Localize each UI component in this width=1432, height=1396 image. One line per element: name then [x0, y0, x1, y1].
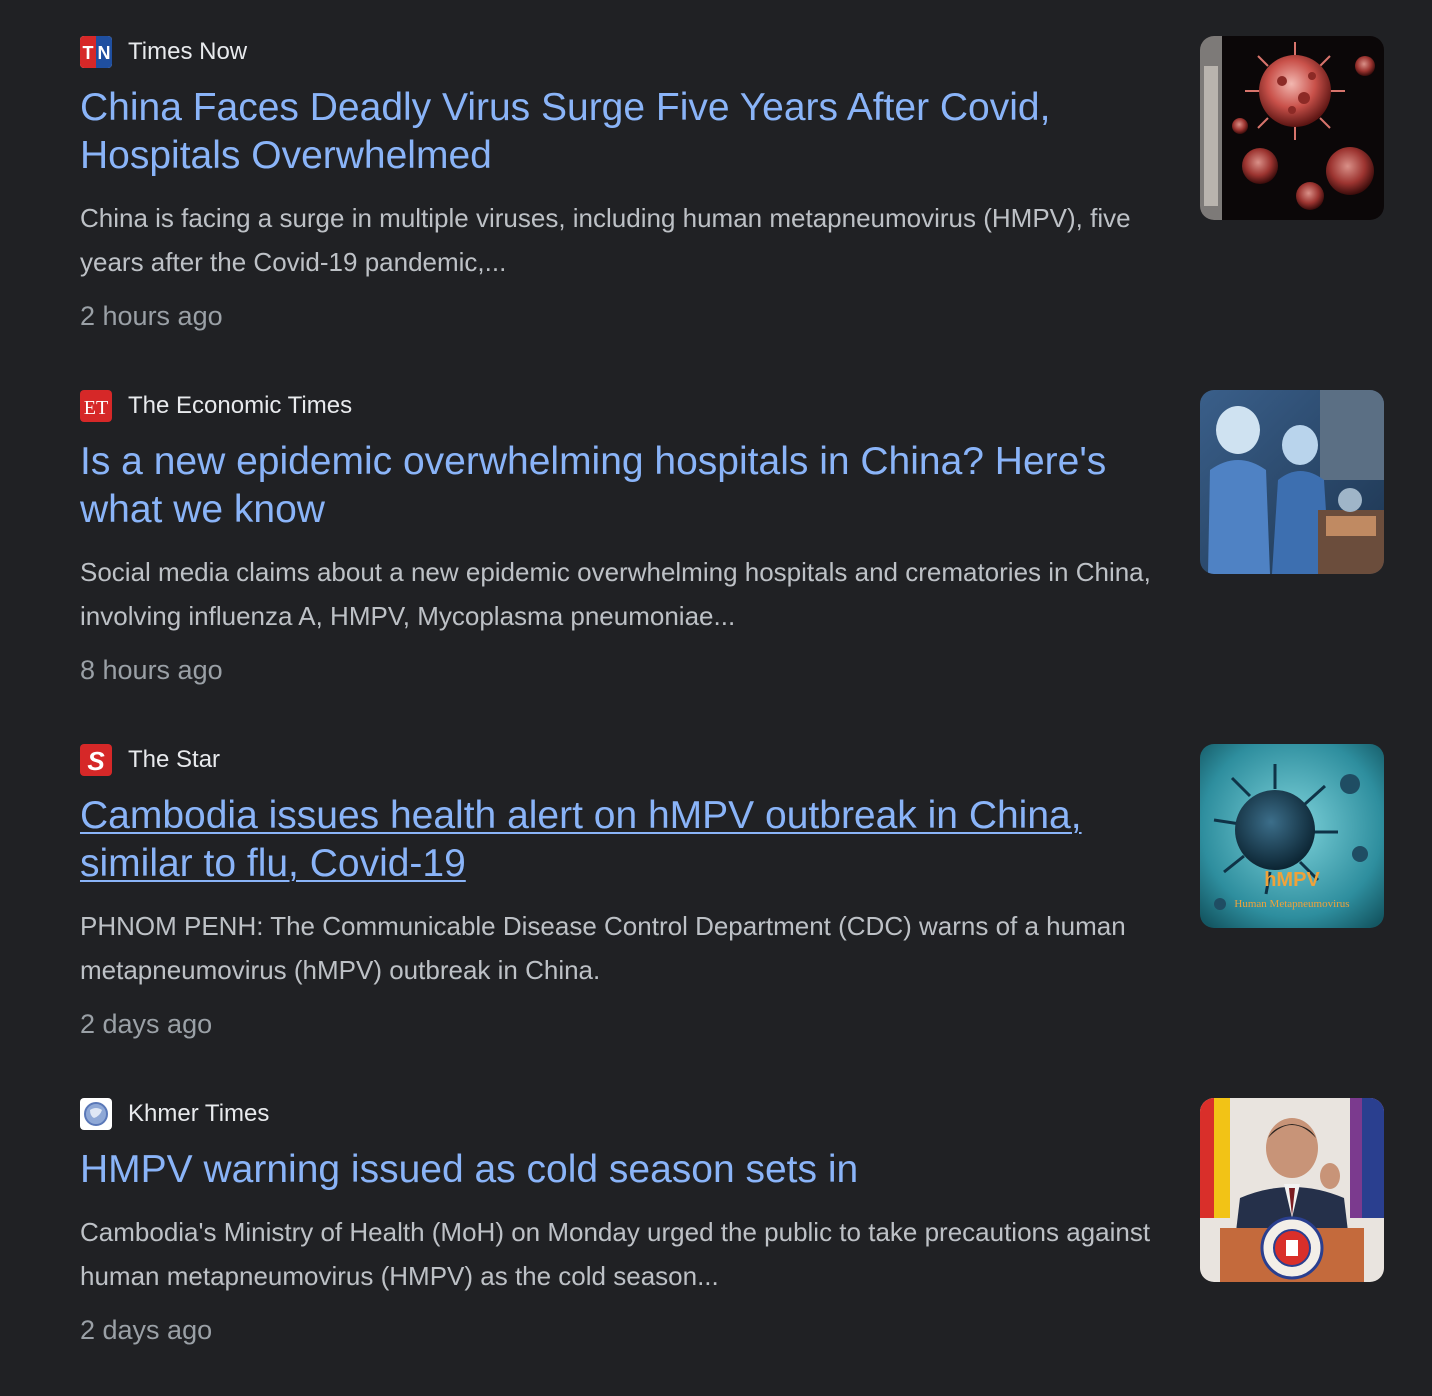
the-star-logo-letter: S: [87, 746, 105, 776]
news-article: ET The Economic Times Is a new epidemic …: [80, 388, 1384, 688]
globe-icon: [80, 1098, 112, 1130]
news-article: S The Star Cambodia issues health alert …: [80, 742, 1384, 1042]
article-snippet: Cambodia's Ministry of Health (MoH) on M…: [80, 1217, 1151, 1291]
article-title-link[interactable]: Is a new epidemic overwhelming hospitals…: [80, 438, 1160, 534]
article-title-link[interactable]: HMPV warning issued as cold season sets …: [80, 1146, 1160, 1194]
hmpv-virus-thumbnail[interactable]: hMPV Human Metapneumovirus: [1200, 744, 1384, 928]
news-source[interactable]: Khmer Times: [80, 1098, 269, 1130]
article-title-link[interactable]: China Faces Deadly Virus Surge Five Year…: [80, 84, 1160, 180]
news-results-list: T N Times Now China Faces Deadly Virus S…: [0, 0, 1432, 1382]
times-now-logo-letter-n: N: [98, 43, 111, 63]
source-name: The Star: [128, 746, 221, 773]
article-snippet: PHNOM PENH: The Communicable Disease Con…: [80, 911, 1126, 985]
source-name: Times Now: [128, 38, 248, 65]
source-name: The Economic Times: [128, 392, 353, 419]
article-snippet: China is facing a surge in multiple viru…: [80, 203, 1131, 277]
news-source[interactable]: S The Star: [80, 744, 220, 776]
virus-particles-thumbnail[interactable]: [1200, 36, 1384, 220]
article-timestamp: 8 hours ago: [80, 655, 223, 685]
article-timestamp: 2 hours ago: [80, 301, 223, 331]
news-source[interactable]: T N Times Now: [80, 36, 247, 68]
news-article: T N Times Now China Faces Deadly Virus S…: [80, 34, 1384, 334]
economic-times-logo-icon: ET: [80, 390, 112, 422]
news-source[interactable]: ET The Economic Times: [80, 390, 352, 422]
economic-times-logo-letters: ET: [84, 397, 108, 419]
the-star-logo-icon: S: [80, 744, 112, 776]
news-article: Khmer Times HMPV warning issued as cold …: [80, 1096, 1384, 1396]
thumbnail-subtitle-text: Human Metapneumovirus: [1234, 898, 1349, 910]
source-name: Khmer Times: [128, 1100, 270, 1127]
article-title-link[interactable]: Cambodia issues health alert on hMPV out…: [80, 792, 1160, 888]
thumbnail-title-text: hMPV: [1264, 869, 1320, 891]
times-now-logo-icon: T N: [80, 36, 112, 68]
times-now-logo-letter-t: T: [83, 43, 94, 63]
hospital-workers-thumbnail[interactable]: [1200, 390, 1384, 574]
article-snippet: Social media claims about a new epidemic…: [80, 557, 1151, 631]
article-timestamp: 2 days ago: [80, 1315, 213, 1345]
official-at-podium-thumbnail[interactable]: [1200, 1098, 1384, 1282]
article-timestamp: 2 days ago: [80, 1009, 213, 1039]
